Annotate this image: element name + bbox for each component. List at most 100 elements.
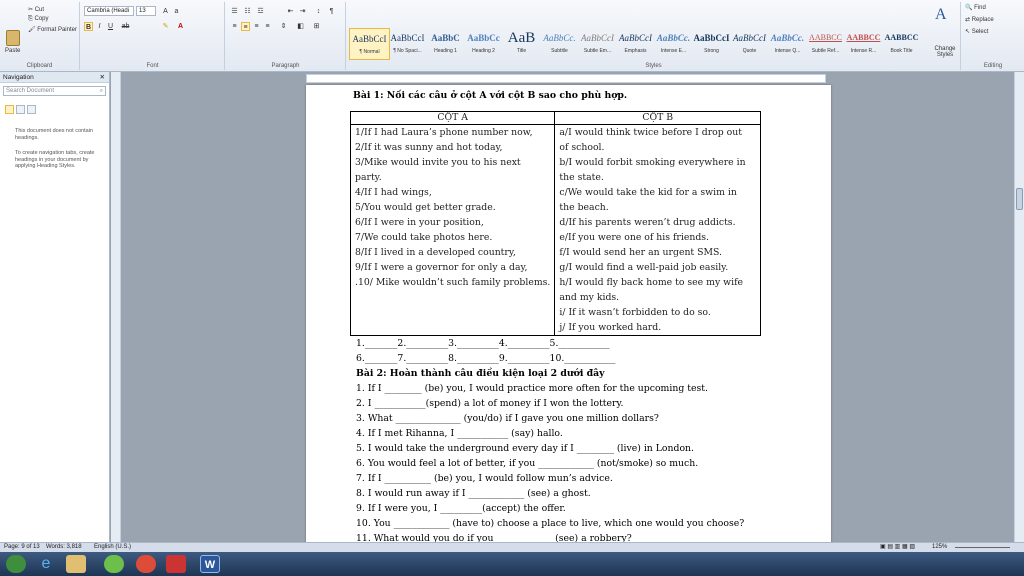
column-b-cell[interactable]: a/I would think twice before I drop out … bbox=[554, 124, 761, 336]
bullets-icon[interactable]: ☰ bbox=[230, 7, 239, 16]
style-name: Subtle Ref... bbox=[811, 48, 840, 54]
word-count[interactable]: Words: 3,818 bbox=[46, 543, 82, 552]
start-icon[interactable] bbox=[6, 555, 26, 573]
exercise-2-item: 4. If I met Rihanna, I ___________ (say)… bbox=[356, 428, 563, 439]
select-button[interactable]: ↖ Select bbox=[965, 28, 988, 35]
pilcrow-icon[interactable]: ¶ bbox=[327, 7, 336, 16]
column-a-cell[interactable]: 1/If I had Laura’s phone number now, 2/I… bbox=[349, 124, 556, 336]
style-name: Subtle Em... bbox=[583, 48, 612, 54]
paste-icon[interactable] bbox=[6, 30, 20, 46]
font-color-icon[interactable]: A bbox=[176, 22, 185, 31]
style-preview: AaB bbox=[507, 30, 536, 46]
align-center-icon[interactable]: ≡ bbox=[241, 22, 250, 31]
bold-icon[interactable]: B bbox=[84, 22, 93, 31]
exercise-2-item: 11. What would you do if you ___________… bbox=[356, 533, 632, 542]
zoom-level[interactable]: 125% bbox=[932, 543, 947, 552]
app-icon[interactable] bbox=[104, 555, 124, 573]
style-strong[interactable]: AaBbCcI Strong bbox=[691, 28, 732, 60]
italic-icon[interactable]: I bbox=[95, 22, 104, 31]
view-buttons[interactable]: ▣ ▤ ▥ ▦ ▧ bbox=[880, 543, 915, 552]
column-a-line: 9/If I were a governor for only a day, bbox=[355, 262, 528, 273]
grow-font-icon[interactable]: A bbox=[161, 7, 170, 16]
copy-button[interactable]: ⎘ Copy bbox=[28, 16, 49, 23]
style-no-spacing[interactable]: AaBbCcI ¶ No Spaci... bbox=[387, 28, 428, 60]
style-name: Heading 2 bbox=[472, 48, 495, 54]
style-preview: AaBbCc. bbox=[543, 33, 576, 43]
column-a-line: 1/If I had Laura’s phone number now, bbox=[355, 127, 533, 138]
column-b-line: b/I would forbit smoking everywhere in bbox=[559, 157, 746, 168]
underline-icon[interactable]: U bbox=[106, 22, 115, 31]
shrink-font-icon[interactable]: a bbox=[172, 7, 181, 16]
clipboard-group: Paste ✂ Cut ⎘ Copy 🖌 Format Painter Clip… bbox=[0, 2, 80, 70]
column-b-line: e/If you were one of his friends. bbox=[559, 232, 709, 243]
close-icon[interactable]: ✕ bbox=[100, 72, 105, 83]
navigation-pane: Navigation ✕ Search Document ⌕ This docu… bbox=[0, 72, 110, 542]
horizontal-ruler[interactable] bbox=[306, 74, 826, 83]
exercise-2-item: 7. If I __________ (be) you, I would fol… bbox=[356, 473, 613, 484]
column-a-line: party. bbox=[355, 172, 382, 183]
status-bar: Page: 9 of 13 Words: 3,818 English (U.S.… bbox=[0, 542, 1024, 552]
internet-explorer-icon[interactable]: e bbox=[36, 555, 56, 573]
style-book-title[interactable]: AABBCC Book Title bbox=[881, 28, 922, 60]
page-count[interactable]: Page: 9 of 13 bbox=[4, 543, 40, 552]
zoom-slider[interactable] bbox=[955, 547, 1010, 548]
style-quote[interactable]: AaBbCcI Quote bbox=[729, 28, 770, 60]
shading-icon[interactable]: ◧ bbox=[296, 22, 305, 31]
cut-button[interactable]: ✂ Cut bbox=[28, 6, 44, 13]
style-preview: AaBbCc. bbox=[770, 33, 805, 43]
style-name: Subtitle bbox=[551, 48, 568, 54]
language[interactable]: English (U.S.) bbox=[94, 543, 131, 552]
style-title[interactable]: AaB Title bbox=[501, 28, 542, 60]
exercise-1-title: Bài 1: Nối các câu ở cột A với cột B sao… bbox=[353, 90, 628, 101]
sort-icon[interactable]: ↕ bbox=[314, 7, 323, 16]
font-name-select[interactable]: Cambria (Headi bbox=[84, 6, 134, 16]
style-emphasis[interactable]: AaBbCcI Emphasis bbox=[615, 28, 656, 60]
multilevel-list-icon[interactable]: ☲ bbox=[256, 7, 265, 16]
style-intense-emphasis[interactable]: AaBbCc. Intense E... bbox=[653, 28, 694, 60]
style-subtitle[interactable]: AaBbCc. Subtitle bbox=[539, 28, 580, 60]
font-size-select[interactable]: 13 bbox=[136, 6, 156, 16]
style-heading-2[interactable]: AaBbCc Heading 2 bbox=[463, 28, 504, 60]
column-a-line: 6/If I were in your position, bbox=[355, 217, 484, 228]
column-b-line: d/If his parents weren’t drug addicts. bbox=[559, 217, 736, 228]
align-right-icon[interactable]: ≡ bbox=[252, 22, 261, 31]
justify-icon[interactable]: ≡ bbox=[263, 22, 272, 31]
change-styles-button[interactable]: A Change Styles bbox=[928, 2, 961, 70]
style-preview: AaBbCc bbox=[467, 33, 500, 43]
document-page[interactable]: Bài 1: Nối các câu ở cột A với cột B sao… bbox=[306, 85, 831, 542]
numbering-icon[interactable]: ☷ bbox=[243, 7, 252, 16]
style-intense-quote[interactable]: AaBbCc. Intense Q... bbox=[767, 28, 808, 60]
results-tab-icon[interactable] bbox=[27, 105, 36, 114]
exercise-2-item: 9. If I were you, I _________(accept) th… bbox=[356, 503, 566, 514]
headings-tab-icon[interactable] bbox=[5, 105, 14, 114]
file-explorer-icon[interactable] bbox=[66, 555, 86, 573]
borders-icon[interactable]: ⊞ bbox=[312, 22, 321, 31]
find-button[interactable]: 🔍 Find bbox=[965, 4, 986, 11]
style-heading-1[interactable]: AaBbC Heading 1 bbox=[425, 28, 466, 60]
decrease-indent-icon[interactable]: ⇤ bbox=[286, 7, 295, 16]
strikethrough-icon[interactable]: ab bbox=[121, 22, 130, 31]
style-subtle-emphasis[interactable]: AaBbCcI Subtle Em... bbox=[577, 28, 618, 60]
format-painter-button[interactable]: 🖌 Format Painter bbox=[28, 26, 77, 33]
style-intense-reference[interactable]: AABBCC Intense R... bbox=[843, 28, 884, 60]
replace-button[interactable]: ⇄ Replace bbox=[965, 16, 994, 23]
vertical-scrollbar[interactable] bbox=[1014, 72, 1024, 542]
highlight-icon[interactable]: ✎ bbox=[161, 22, 170, 31]
answer-line-1: 1._______2._________3._________4._______… bbox=[356, 338, 610, 349]
search-input[interactable]: Search Document ⌕ bbox=[3, 86, 106, 96]
chrome-icon[interactable] bbox=[136, 555, 156, 573]
style-normal[interactable]: AaBbCcI ¶ Normal bbox=[349, 28, 390, 60]
word-icon[interactable]: W bbox=[200, 555, 220, 573]
exercise-2-item: 2. I ___________(spend) a lot of money i… bbox=[356, 398, 624, 409]
pages-tab-icon[interactable] bbox=[16, 105, 25, 114]
app-icon[interactable] bbox=[166, 555, 186, 573]
paragraph-label: Paragraph bbox=[271, 63, 300, 69]
scrollbar-thumb[interactable] bbox=[1016, 188, 1023, 210]
increase-indent-icon[interactable]: ⇥ bbox=[298, 7, 307, 16]
align-left-icon[interactable]: ≡ bbox=[230, 22, 239, 31]
column-b-line: and my kids. bbox=[559, 292, 620, 303]
line-spacing-icon[interactable]: ⇕ bbox=[279, 22, 288, 31]
paste-button[interactable]: Paste bbox=[5, 48, 20, 54]
style-name: Quote bbox=[742, 48, 757, 54]
style-subtle-reference[interactable]: AABBCC Subtle Ref... bbox=[805, 28, 846, 60]
